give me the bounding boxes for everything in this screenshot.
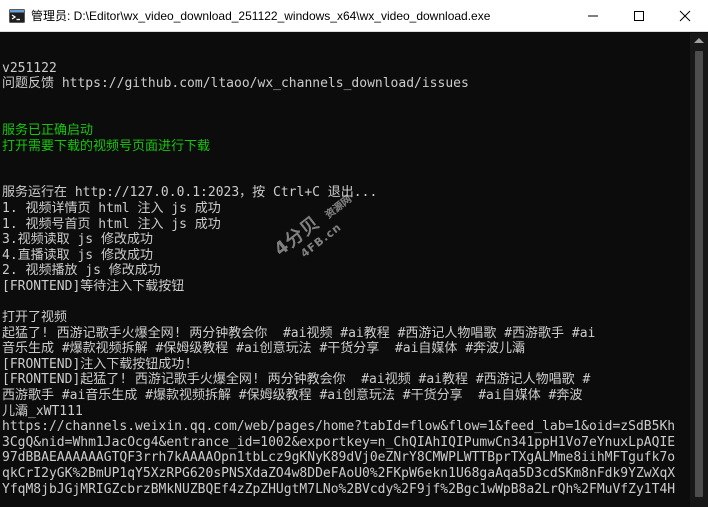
console-line: qkCrI2yGK%2BmUP1qY5XzRPG620sPNSXdaZO4w8D…: [2, 466, 676, 482]
vertical-scrollbar[interactable]: [690, 33, 708, 507]
console-line: 4.直播读取 js 修改成功: [2, 247, 153, 263]
console-line: 起猛了! 西游记歌手火爆全网! 两分钟教会你 #ai视频 #ai教程 #西游记人…: [2, 325, 596, 341]
console-line: 音乐生成 #爆款视频拆解 #保姆级教程 #ai创意玩法 #干货分享 #ai自媒体…: [2, 341, 526, 357]
maximize-button[interactable]: [616, 0, 662, 32]
console-line: 2. 视频播放 js 修改成功: [2, 263, 161, 279]
window-title: 管理员: D:\Editor\wx_video_download_251122_…: [31, 9, 491, 23]
console-line: 问题反馈 https://github.com/ltaoo/wx_channel…: [2, 76, 469, 92]
console-line: YfqM8jbJGjMRIGZcbrzBMkNUZBQEf4zZpZHUgtM7…: [2, 481, 676, 497]
maximize-icon: [634, 11, 644, 21]
console-line: v251122: [2, 60, 57, 76]
console-line: https://channels.weixin.qq.com/web/pages…: [2, 419, 676, 435]
console-line: 1. 视频详情页 html 注入 js 成功: [2, 200, 221, 216]
console-line: [FRONTEND]注入下载按钮成功!: [2, 356, 193, 372]
scrollbar-thumb[interactable]: [695, 51, 703, 497]
scroll-up-arrow-icon[interactable]: [694, 38, 704, 43]
title-bar: 管理员: D:\Editor\wx_video_download_251122_…: [0, 0, 708, 32]
console-line: 西游歌手 #ai音乐生成 #爆款视频拆解 #保姆级教程 #ai创意玩法 #干货分…: [2, 388, 583, 404]
console-line: 打开需要下载的视频号页面进行下载: [2, 138, 211, 154]
console-output[interactable]: v251122 问题反馈 https://github.com/ltaoo/wx_…: [0, 33, 690, 507]
console-line: 打开了视频: [2, 310, 68, 326]
console-line: [FRONTEND]等待注入下载按钮: [2, 278, 185, 294]
console-line: 3CgQ&nid=Whm1JacOcg4&entrance_id=1002&ex…: [2, 434, 676, 450]
console-line: 97dBBAEAAAAAAGTQF3rrh7kAAAAOpn1tbLcz9gKN…: [2, 450, 676, 466]
console-line: [FRONTEND]起猛了! 西游记歌手火爆全网! 两分钟教会你 #ai视频 #…: [2, 372, 591, 388]
minimize-icon: [588, 15, 598, 17]
console-line: 服务运行在 http://127.0.0.1:2023，按 Ctrl+C 退出.…: [2, 185, 378, 201]
console-line: 3.视频读取 js 修改成功: [2, 232, 153, 248]
minimize-button[interactable]: [570, 0, 616, 32]
console-icon: [9, 8, 25, 24]
console-line: 服务已正确启动: [2, 122, 94, 138]
console-line: 儿灞_xWT111: [2, 403, 83, 419]
console-lines: v251122 问题反馈 https://github.com/ltaoo/wx_…: [2, 45, 690, 497]
close-button[interactable]: [662, 0, 708, 32]
close-icon: [679, 10, 691, 22]
console-line: 1. 视频号首页 html 注入 js 成功: [2, 216, 221, 232]
